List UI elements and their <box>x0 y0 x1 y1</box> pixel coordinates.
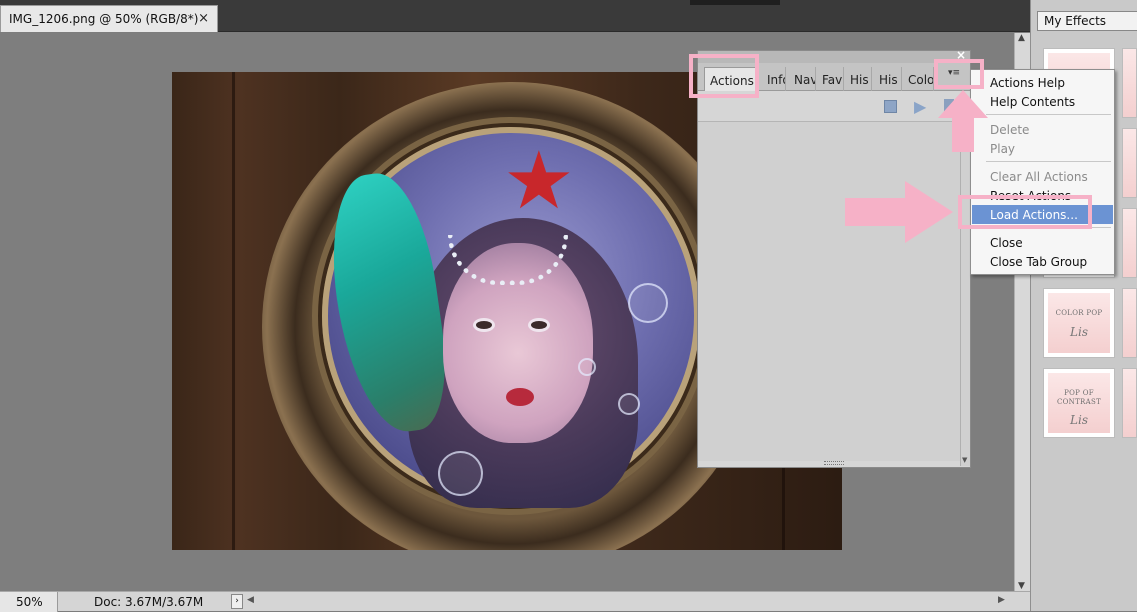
effects-category-dropdown[interactable]: My Effects <box>1037 11 1137 31</box>
menu-item-close[interactable]: Close <box>972 233 1113 252</box>
menu-item-close-tab-group[interactable]: Close Tab Group <box>972 252 1113 271</box>
document-tab-title: IMG_1206.png @ 50% (RGB/8*) <box>9 12 199 26</box>
arrow-right-icon <box>845 181 953 243</box>
tab-color[interactable]: Colo <box>904 67 934 91</box>
lips <box>506 388 534 406</box>
menu-item-actions-help[interactable]: Actions Help <box>972 73 1113 92</box>
highlight-panel-menu-button <box>934 59 984 89</box>
left-eye <box>473 318 495 332</box>
panel-flyout-menu: Actions Help Help Contents Delete Play C… <box>970 69 1115 275</box>
porthole-glass: ★ <box>320 127 700 508</box>
scroll-right-icon[interactable]: ▶ <box>998 595 1005 605</box>
close-icon[interactable]: × <box>198 11 209 26</box>
mermaid-tail <box>320 167 456 439</box>
effect-thumbnail-partial[interactable] <box>1122 48 1137 118</box>
scroll-left-icon[interactable]: ◀ <box>247 595 254 605</box>
effect-signature: Lis <box>1070 325 1088 339</box>
panel-resize-grip[interactable] <box>824 461 844 465</box>
bubble <box>578 358 596 376</box>
document-info: Doc: 3.67M/3.67M <box>94 595 204 609</box>
menu-item-help-contents[interactable]: Help Contents <box>972 92 1113 111</box>
menu-item-delete: Delete <box>990 123 1030 137</box>
tab-histogram[interactable]: His <box>846 67 872 91</box>
bubble <box>618 393 640 415</box>
effect-thumbnail-label: POP OF CONTRAST <box>1056 389 1102 406</box>
tab-history[interactable]: His <box>874 67 902 91</box>
highlight-load-actions <box>958 195 1092 229</box>
effect-thumbnail-partial[interactable] <box>1122 288 1137 358</box>
status-menu-button[interactable]: › <box>231 594 243 609</box>
top-bar-slot <box>690 0 780 5</box>
highlight-actions-tab <box>689 54 759 98</box>
menu-separator <box>986 161 1111 162</box>
stop-icon[interactable] <box>884 100 897 113</box>
bubble <box>438 451 483 496</box>
effect-thumbnail-partial[interactable] <box>1122 128 1137 198</box>
document-tab[interactable]: IMG_1206.png @ 50% (RGB/8*) × <box>0 5 218 32</box>
play-icon[interactable]: ▶ <box>914 97 926 116</box>
menu-item-play: Play <box>990 142 1016 156</box>
starfish-icon: ★ <box>503 134 575 227</box>
effect-thumbnail-partial[interactable] <box>1122 368 1137 438</box>
bubble <box>628 283 668 323</box>
menu-item-clear-all-actions: Clear All Actions <box>990 170 1088 184</box>
scroll-up-icon[interactable]: ▲ <box>1018 33 1025 43</box>
status-bar: 50% Doc: 3.67M/3.67M › ◀ ▶ <box>0 591 1030 612</box>
tab-info[interactable]: Info <box>762 67 786 91</box>
arrow-up-icon <box>938 90 988 152</box>
zoom-level[interactable]: 50% <box>0 592 58 612</box>
right-eye <box>528 318 550 332</box>
scroll-down-icon[interactable]: ▼ <box>1018 581 1025 591</box>
effect-thumbnail-label: COLOR POP <box>1055 309 1103 317</box>
effect-signature: Lis <box>1070 413 1088 427</box>
tab-navigator[interactable]: Nav <box>790 67 816 91</box>
menu-separator <box>986 114 1111 115</box>
actions-list-scrollbar[interactable]: ▼ <box>960 121 970 466</box>
effect-thumbnail-pop-of-contrast[interactable]: POP OF CONTRAST Lis <box>1043 368 1115 438</box>
actions-panel: × Actions Info Nav Fav His His Colo ▾≡ ▶… <box>697 48 971 468</box>
actions-list[interactable] <box>698 121 962 461</box>
tab-favorites[interactable]: Fav <box>818 67 844 91</box>
effect-thumbnail-color-pop[interactable]: COLOR POP Lis <box>1043 288 1115 358</box>
effect-thumbnail-partial[interactable] <box>1122 208 1137 278</box>
